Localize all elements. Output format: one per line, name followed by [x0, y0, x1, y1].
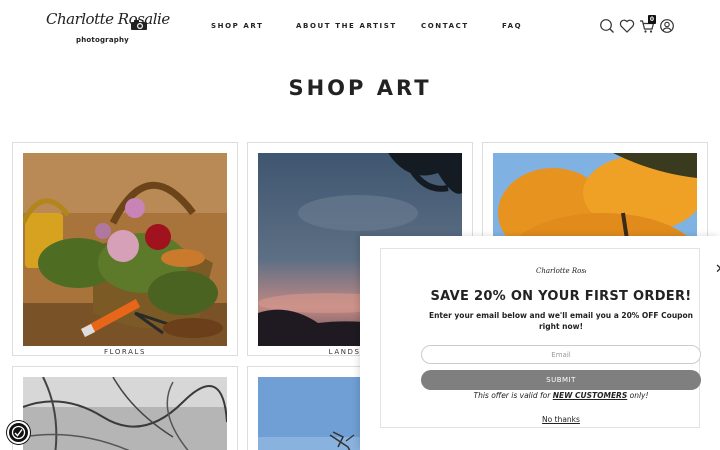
frosty-branches-photo [23, 377, 227, 450]
popup-heading: SAVE 20% ON YOUR FIRST ORDER! [430, 289, 692, 304]
brand-logo[interactable]: Charlotte Rosalie photography [46, 10, 170, 48]
popup-logo: Charlotte Rosalie photography [536, 267, 586, 275]
popup-description: Enter your email below and we'll email y… [428, 311, 694, 331]
nav-faq[interactable]: FAQ [502, 22, 522, 30]
coupon-popup-frame: Charlotte Rosalie photography ✕ SAVE 20%… [380, 248, 720, 428]
coupon-popup: Charlotte Rosalie photography ✕ SAVE 20%… [360, 236, 720, 450]
heart-icon[interactable] [619, 18, 635, 34]
product-card-frost[interactable] [12, 366, 238, 450]
site-header: Charlotte Rosalie photography SHOP ART A… [0, 0, 720, 55]
accessibility-button[interactable] [7, 421, 30, 444]
product-caption: FLORALS [103, 348, 147, 356]
logo-script: Charlotte Rosalie [46, 10, 170, 28]
flower-basket-photo [23, 153, 227, 346]
nav-contact[interactable]: CONTACT [421, 22, 469, 30]
nav-shop-art[interactable]: SHOP ART [211, 22, 264, 30]
product-card-florals[interactable]: FLORALS [12, 142, 238, 356]
nav-about-the-artist[interactable]: ABOUT THE ARTIST [296, 22, 397, 30]
email-field[interactable] [421, 345, 701, 364]
offer-highlight: NEW CUSTOMERS [552, 391, 628, 400]
close-icon[interactable]: ✕ [715, 263, 720, 276]
svg-text:Charlotte Rosalie photography: Charlotte Rosalie photography [536, 267, 586, 275]
user-icon[interactable] [659, 18, 675, 34]
camera-icon [131, 20, 147, 30]
submit-button[interactable]: SUBMIT [421, 370, 701, 390]
accessibility-icon [11, 425, 26, 440]
page-title: SHOP ART [288, 76, 432, 100]
no-thanks-link[interactable]: No thanks [421, 415, 701, 424]
cart-count-badge: 0 [648, 15, 656, 24]
logo-subtitle: photography [76, 36, 129, 44]
offer-note: This offer is valid for NEW CUSTOMERS on… [473, 391, 649, 400]
search-icon[interactable] [599, 18, 615, 34]
